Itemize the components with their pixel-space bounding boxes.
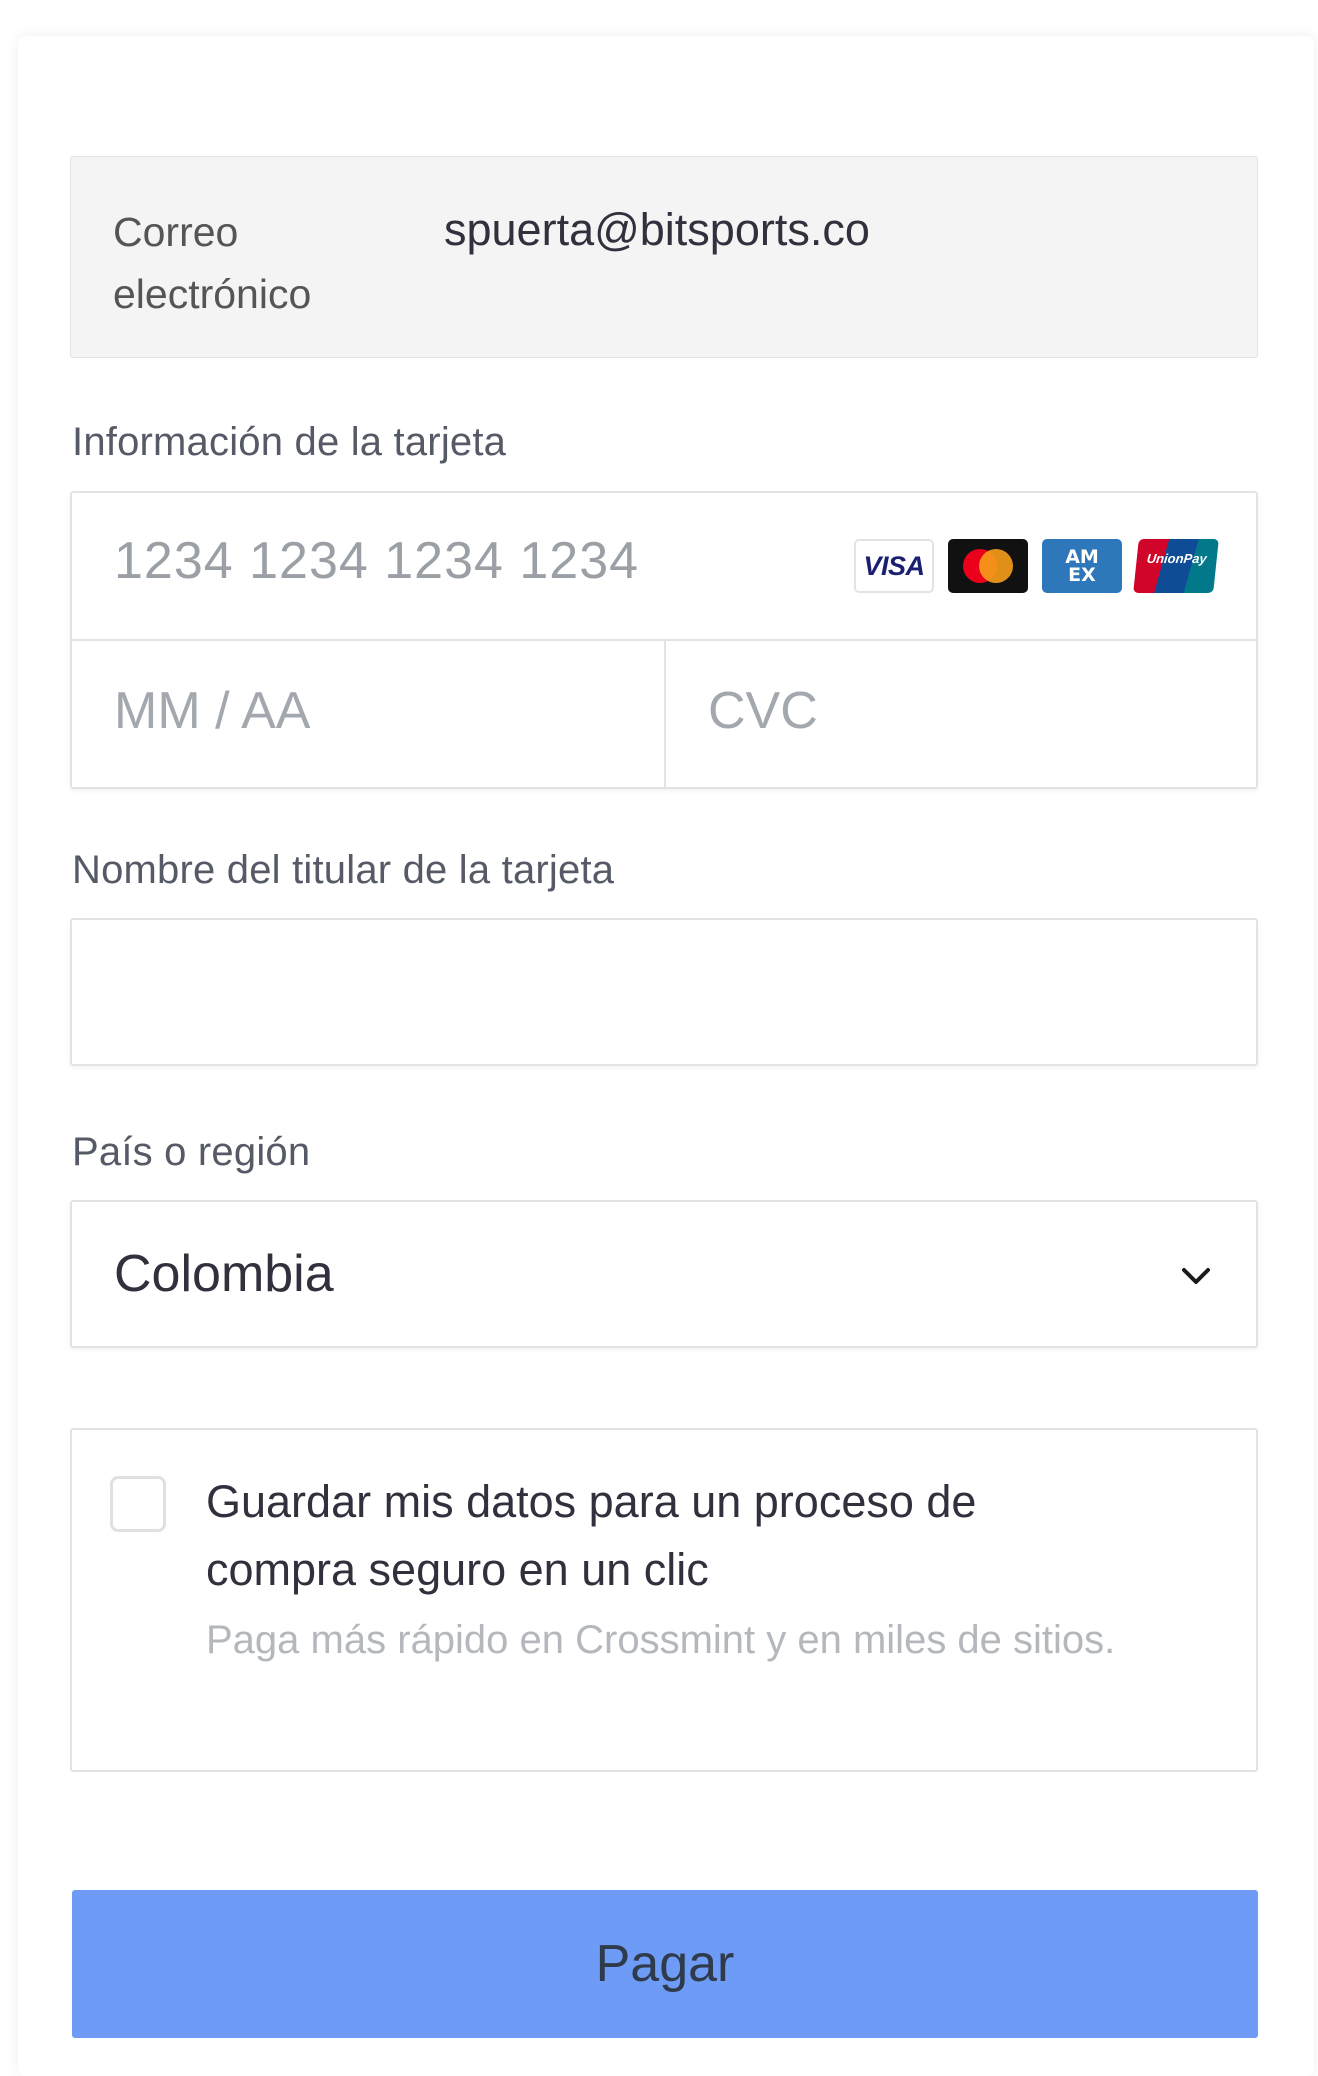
cvc-placeholder: CVC (708, 682, 818, 740)
save-info-title: Guardar mis datos para un proceso de com… (206, 1476, 977, 1595)
save-info-subtitle: Paga más rápido en Crossmint y en miles … (206, 1618, 1116, 1662)
country-label: País o región (72, 1130, 311, 1174)
country-selected-value: Colombia (114, 1245, 334, 1303)
pay-button[interactable]: Pagar (72, 1890, 1258, 2038)
card-info-label: Información de la tarjeta (72, 420, 507, 464)
cvc-field[interactable]: CVC (666, 641, 1256, 787)
expiry-placeholder: MM / AA (114, 682, 311, 740)
expiry-field[interactable]: MM / AA (72, 641, 666, 787)
save-info-checkbox[interactable] (110, 1476, 166, 1532)
chevron-down-icon (1182, 1268, 1210, 1284)
visa-icon: VISA (854, 539, 934, 593)
card-number-placeholder: 1234 1234 1234 1234 (114, 532, 640, 590)
cardholder-label: Nombre del titular de la tarjeta (72, 848, 615, 892)
cardholder-name-input[interactable] (70, 918, 1258, 1066)
card-brands: VISA AM EX UnionPay (854, 539, 1219, 593)
amex-icon: AM EX (1042, 539, 1122, 593)
email-value: spuerta@bitsports.co (444, 204, 870, 255)
unionpay-icon: UnionPay (1133, 539, 1219, 593)
email-label: Correo electrónico (113, 209, 312, 317)
country-select[interactable]: Colombia (70, 1200, 1258, 1348)
email-display: Correo electrónico spuerta@bitsports.co (70, 156, 1258, 358)
save-info-box: Guardar mis datos para un proceso de com… (70, 1428, 1258, 1772)
card-info-group: 1234 1234 1234 1234 VISA AM EX UnionPay … (70, 491, 1258, 789)
mastercard-icon (948, 539, 1028, 593)
card-number-field[interactable]: 1234 1234 1234 1234 VISA AM EX UnionPay (72, 493, 1256, 641)
